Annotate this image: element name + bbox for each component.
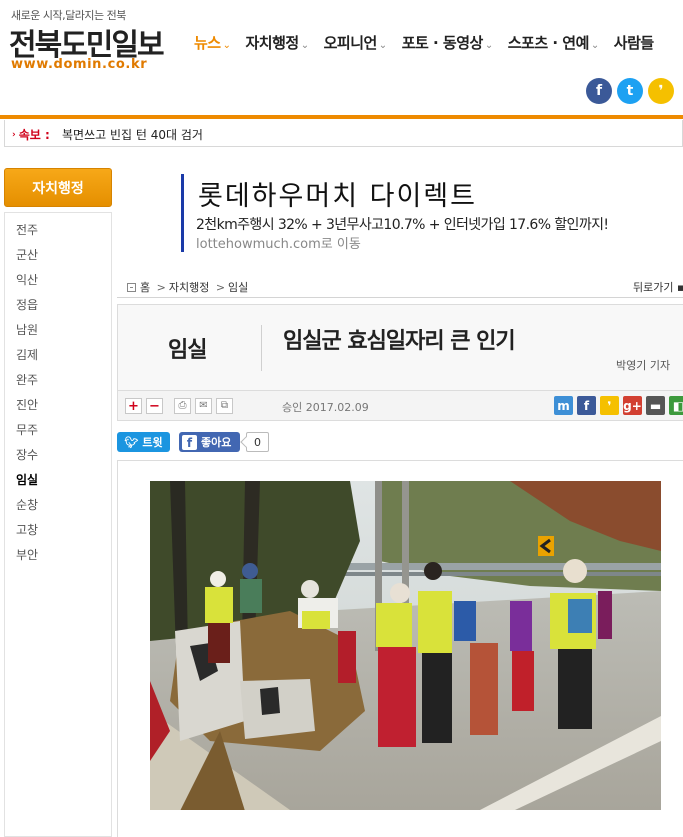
googleplus-icon[interactable]: g+	[623, 396, 642, 415]
facebook-icon: f	[182, 434, 197, 450]
sidebar-item[interactable]: 군산	[5, 246, 111, 271]
me2day-icon[interactable]: m	[554, 396, 573, 415]
band-icon[interactable]: ▬	[646, 396, 665, 415]
site-url[interactable]: www.domin.co.kr	[11, 57, 147, 72]
breadcrumb-separator: >	[156, 281, 166, 294]
nav-item[interactable]: 뉴스 ⌄	[194, 32, 231, 53]
sidebar-item[interactable]: 임실	[5, 471, 111, 496]
site-header: 새로운 시작,달라지는 전북 전북도민일보 www.domin.co.kr 뉴스…	[0, 0, 683, 116]
nav-item-label: 뉴스	[194, 34, 221, 52]
ad-title: 롯데하우머치 다이렉트	[198, 181, 477, 212]
banner-ad[interactable]: 롯데하우머치 다이렉트 2천km주행시 32% + 3년무사고10.7% + 인…	[181, 174, 683, 252]
header-social-links: f t ❜	[586, 78, 679, 104]
bullet-icon: ›	[12, 130, 16, 140]
sidebar-item[interactable]: 진안	[5, 396, 111, 421]
kakaostory-icon[interactable]: ❜	[648, 78, 674, 104]
breadcrumb-section[interactable]: 자치행정	[169, 281, 209, 294]
breadcrumb: 홈 > 자치행정 > 임실	[127, 279, 248, 295]
nav-item[interactable]: 오피니언 ⌄	[323, 32, 388, 53]
sidebar-item[interactable]: 장수	[5, 446, 111, 471]
twitter-icon[interactable]: t	[617, 78, 643, 104]
breadcrumb-current[interactable]: 임실	[228, 281, 248, 294]
twitter-bird-icon: 🐦︎	[124, 435, 139, 449]
article-photo[interactable]	[150, 481, 661, 810]
nav-item-label: 사람들	[613, 34, 654, 52]
ad-subtitle: 2천km주행시 32% + 3년무사고10.7% + 인터넷가입 17.6% 할…	[196, 217, 609, 233]
article-header: 임실 임실군 효심일자리 큰 인기 박영기 기자	[117, 304, 683, 391]
chevron-down-icon: ⌄	[590, 40, 599, 51]
share-buttons: m f ❜ g+ ▬ ◧	[554, 396, 683, 415]
tweet-button[interactable]: 🐦︎ 트윗	[117, 432, 170, 452]
kakaostory-icon[interactable]: ❜	[600, 396, 619, 415]
sidebar-item[interactable]: 전주	[5, 221, 111, 246]
nav-item-label: 오피니언	[323, 34, 378, 52]
nav-item[interactable]: 스포츠 · 연예 ⌄	[507, 32, 600, 53]
chevron-down-icon: ⌄	[300, 40, 309, 51]
breaking-label: › 속보 :	[12, 128, 50, 142]
sidebar-item[interactable]: 김제	[5, 346, 111, 371]
breaking-headline[interactable]: 복면쓰고 빈집 턴 40대 검거	[62, 126, 203, 143]
facebook-like-button[interactable]: f 좋아요	[179, 432, 240, 452]
nav-item[interactable]: 포토 · 동영상 ⌄	[401, 32, 494, 53]
sidebar-menu: 전주 군산 익산 정읍 남원 김제 완주 진안 무주 장수 임실 순창 고창 부안	[4, 212, 112, 837]
sidebar-item[interactable]: 순창	[5, 496, 111, 521]
main-nav: 뉴스 ⌄ 자치행정 ⌄ 오피니언 ⌄ 포토 · 동영상 ⌄ 스포츠 · 연예 ⌄ 사람들	[194, 32, 669, 53]
sidebar-item[interactable]: 고창	[5, 521, 111, 546]
article-category: 임실	[168, 338, 207, 363]
sidebar-item[interactable]: 완주	[5, 371, 111, 396]
nav-item[interactable]: 자치행정 ⌄	[245, 32, 310, 53]
font-decrease-button[interactable]: −	[146, 398, 163, 414]
article-reporter[interactable]: 박영기 기자	[616, 357, 670, 373]
sidebar-item[interactable]: 남원	[5, 321, 111, 346]
nav-item-label: 스포츠 · 연예	[507, 34, 590, 52]
font-increase-button[interactable]: +	[125, 398, 142, 414]
sidebar-item[interactable]: 정읍	[5, 296, 111, 321]
sidebar-item[interactable]: 익산	[5, 271, 111, 296]
email-icon[interactable]: ✉	[195, 398, 212, 414]
sidebar-item[interactable]: 무주	[5, 421, 111, 446]
sidebar-item[interactable]: 부안	[5, 546, 111, 571]
nav-item-label: 자치행정	[245, 34, 300, 52]
sidebar-title[interactable]: 자치행정	[4, 168, 112, 207]
photo-illustration	[150, 481, 661, 810]
chevron-down-icon: ⌄	[484, 40, 493, 51]
home-icon	[127, 283, 136, 292]
article-title: 임실군 효심일자리 큰 인기	[283, 329, 516, 354]
facebook-icon[interactable]: f	[586, 78, 612, 104]
back-link[interactable]: 뒤로가기 ▪	[633, 279, 683, 295]
nav-item-label: 포토 · 동영상	[401, 34, 484, 52]
delicious-icon[interactable]: ◧	[669, 396, 683, 415]
breaking-news-bar: › 속보 : 복면쓰고 빈집 턴 40대 검거	[4, 120, 683, 147]
print-icon[interactable]: ⎙	[174, 398, 191, 414]
breadcrumb-home[interactable]: 홈	[140, 281, 150, 294]
ad-link[interactable]: lottehowmuch.com로 이동	[196, 233, 361, 252]
header-accent-bar	[0, 115, 683, 119]
header-divider	[261, 325, 262, 371]
like-count: 0	[246, 432, 269, 452]
nav-item[interactable]: 사람들	[614, 32, 654, 53]
breadcrumb-separator: >	[215, 281, 226, 294]
facebook-icon[interactable]: f	[577, 396, 596, 415]
breadcrumb-divider	[117, 297, 683, 298]
chevron-down-icon: ⌄	[378, 40, 387, 51]
copy-icon[interactable]: ⧉	[216, 398, 233, 414]
approval-date: 승인 2017.02.09	[282, 401, 369, 414]
chevron-down-icon: ⌄	[222, 40, 231, 51]
article-toolbar: + − ⎙ ✉ ⧉ 승인 2017.02.09 m f ❜ g+ ▬ ◧	[117, 391, 683, 421]
